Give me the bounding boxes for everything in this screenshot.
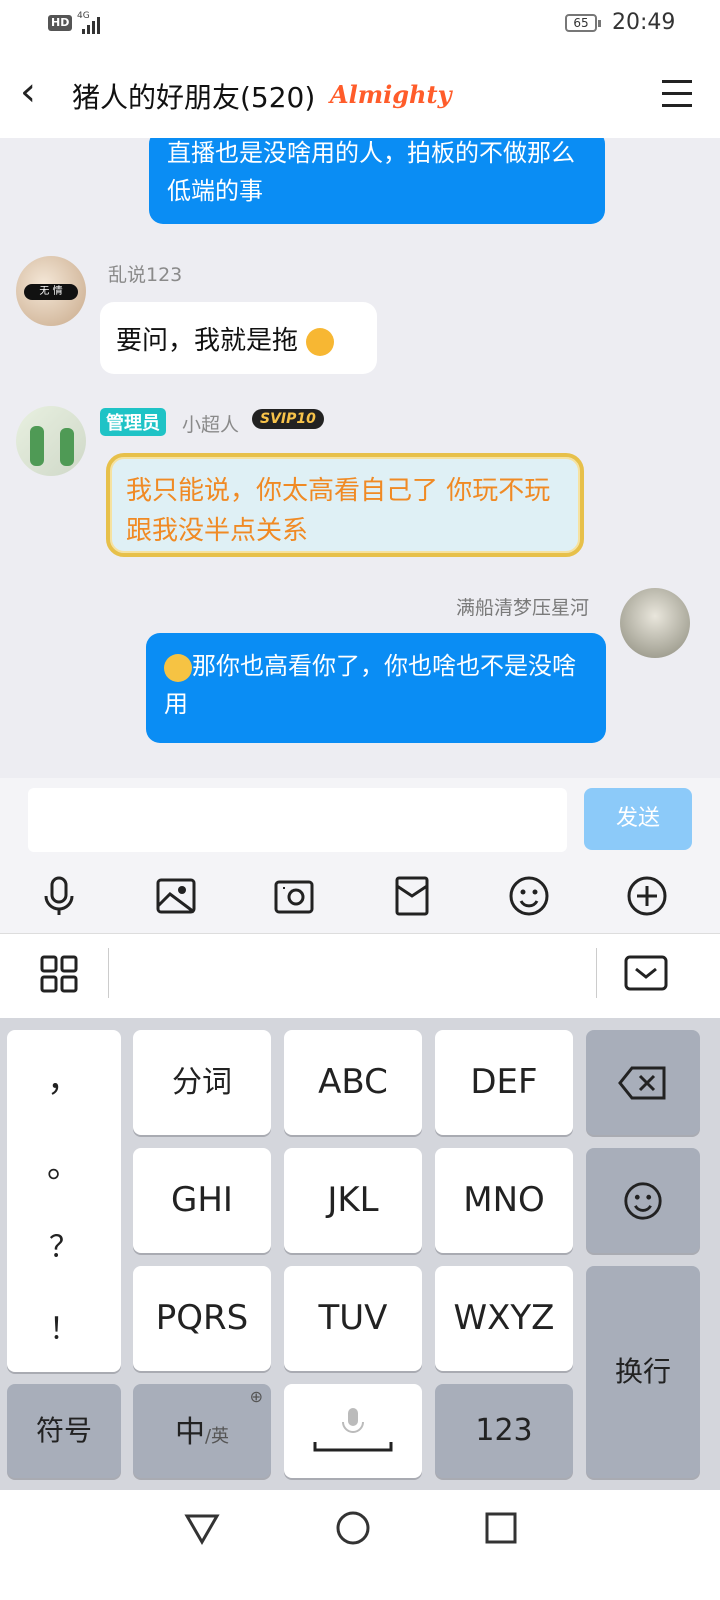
- lang-sub: /英: [204, 1426, 230, 1447]
- globe-icon: ⊕: [249, 1387, 263, 1406]
- menu-icon[interactable]: [662, 80, 692, 116]
- message-bubble-outgoing[interactable]: 直播也是没啥用的人，拍板的不做那么低端的事: [149, 138, 605, 224]
- voice-space-icon: [313, 1408, 393, 1452]
- key-fenci[interactable]: 分词: [133, 1030, 271, 1135]
- key-tuv[interactable]: TUV: [284, 1266, 422, 1371]
- avatar[interactable]: [620, 588, 690, 658]
- emoji-icon[interactable]: [507, 874, 551, 918]
- chat-area[interactable]: 直播也是没啥用的人，拍板的不做那么低端的事 无 情 乱说123 要问，我就是拖 …: [0, 138, 720, 793]
- recents-nav-icon[interactable]: [485, 1512, 517, 1544]
- microphone-icon[interactable]: [37, 874, 81, 918]
- divider: [108, 948, 109, 998]
- message-bubble-outgoing[interactable]: 那你也高看你了，你也啥也不是没啥用: [146, 633, 606, 743]
- group-title: 猪人的好朋友(520): [72, 81, 316, 114]
- status-bar: HD 4G 65 20:49: [0, 0, 720, 48]
- emoji-icon: [624, 1182, 662, 1220]
- language-key[interactable]: 中/英 ⊕: [133, 1384, 271, 1478]
- space-key[interactable]: [284, 1384, 422, 1478]
- back-nav-icon[interactable]: [184, 1510, 220, 1546]
- signal-icon: [82, 14, 100, 34]
- symbols-key[interactable]: 符号: [7, 1384, 121, 1478]
- key-def[interactable]: DEF: [435, 1030, 573, 1135]
- svip-badge: SVIP10: [252, 409, 324, 429]
- message-text: 直播也是没啥用的人，拍板的不做那么低端的事: [167, 139, 575, 205]
- sender-name: 小超人: [182, 414, 240, 436]
- punct-comma[interactable]: ，: [7, 1052, 121, 1101]
- admin-badge: 管理员: [100, 408, 166, 436]
- message-input[interactable]: [28, 788, 567, 852]
- punct-period[interactable]: 。: [7, 1138, 121, 1187]
- message-bubble-incoming[interactable]: 我只能说，你太高看自己了 你玩不玩跟我没半点关系: [106, 453, 584, 557]
- backspace-key[interactable]: [586, 1030, 700, 1135]
- key-jkl[interactable]: JKL: [284, 1148, 422, 1253]
- grid-menu-icon[interactable]: [40, 955, 78, 993]
- punctuation-key[interactable]: ， 。 ？ ！: [7, 1030, 121, 1372]
- red-packet-icon[interactable]: [390, 874, 434, 918]
- battery-icon: 65: [565, 14, 601, 32]
- message-text: 我只能说，你太高看自己了 你玩不玩跟我没半点关系: [126, 476, 551, 546]
- image-icon[interactable]: [154, 874, 198, 918]
- avatar[interactable]: 无 情: [16, 256, 86, 326]
- hide-keyboard-icon[interactable]: [624, 955, 668, 993]
- sender-name: 满船清梦压星河: [456, 597, 590, 619]
- almighty-badge: Almighty: [330, 80, 452, 109]
- emoji-key[interactable]: [586, 1148, 700, 1253]
- avatar[interactable]: [16, 406, 86, 476]
- plus-icon[interactable]: [625, 874, 669, 918]
- message-text: 那你也高看你了，你也啥也不是没啥用: [164, 652, 576, 718]
- key-wxyz[interactable]: WXYZ: [435, 1266, 573, 1371]
- key-abc[interactable]: ABC: [284, 1030, 422, 1135]
- back-icon[interactable]: ‹: [20, 72, 36, 112]
- key-ghi[interactable]: GHI: [133, 1148, 271, 1253]
- sender-name: 乱说123: [108, 264, 183, 286]
- message-bubble-incoming[interactable]: 要问，我就是拖: [100, 302, 377, 374]
- sad-emoji-icon: [164, 653, 192, 682]
- camera-icon[interactable]: [272, 874, 316, 918]
- divider: [596, 948, 597, 998]
- message-text: 要问，我就是拖: [116, 326, 299, 356]
- enter-key[interactable]: 换行: [586, 1266, 700, 1478]
- hd-icon: HD: [48, 15, 73, 31]
- key-mno[interactable]: MNO: [435, 1148, 573, 1253]
- number-key[interactable]: 123: [435, 1384, 573, 1478]
- lang-main: 中: [174, 1415, 205, 1450]
- backspace-icon: [618, 1066, 666, 1100]
- avatar-glasses: 无 情: [24, 284, 78, 300]
- dog-emoji-icon: [306, 327, 335, 356]
- punct-question[interactable]: ？: [7, 1222, 121, 1266]
- clock: 20:49: [612, 10, 676, 35]
- home-nav-icon[interactable]: [335, 1510, 371, 1546]
- send-button[interactable]: 发送: [584, 788, 692, 850]
- punct-exclaim[interactable]: ！: [7, 1304, 121, 1348]
